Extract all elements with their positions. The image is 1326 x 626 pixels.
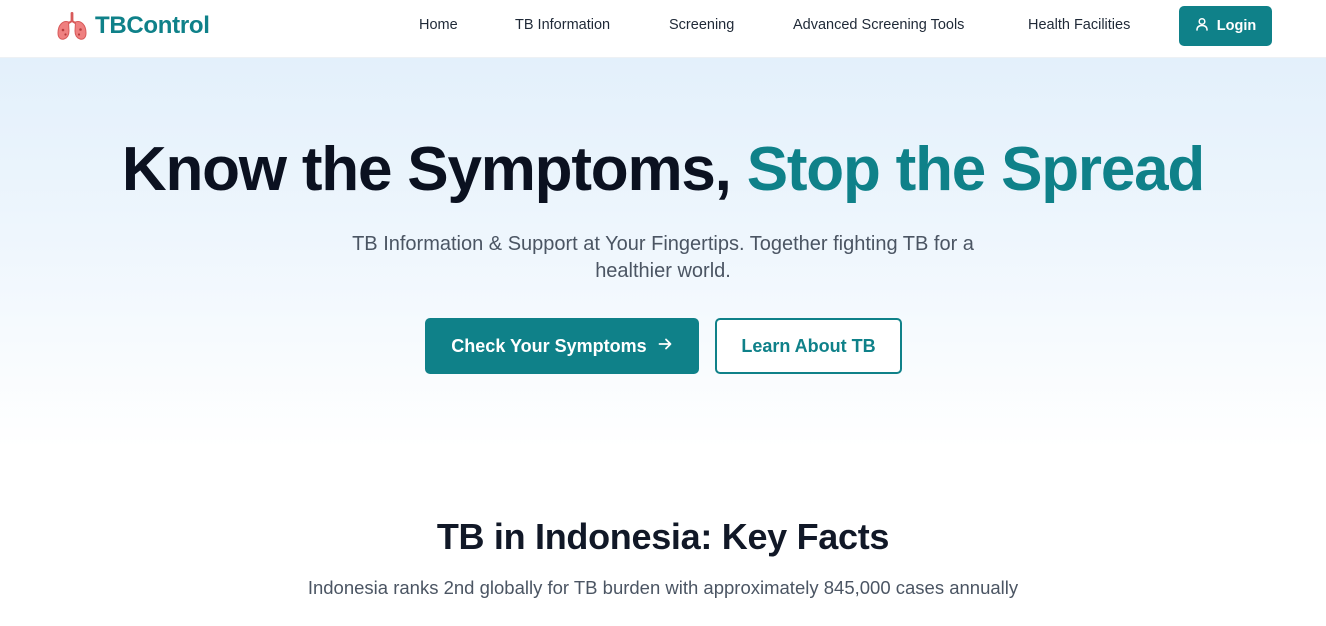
hero-section: Know the Symptoms, Stop the Spread TB In… — [0, 58, 1326, 448]
nav-tb-information[interactable]: TB Information — [515, 17, 610, 33]
user-icon — [1195, 17, 1209, 35]
login-button[interactable]: Login — [1179, 6, 1272, 46]
learn-about-tb-button[interactable]: Learn About TB — [715, 318, 902, 374]
check-symptoms-label: Check Your Symptoms — [451, 335, 647, 356]
nav-health-facilities[interactable]: Health Facilities — [1028, 17, 1130, 33]
brand-name: TBControl — [95, 12, 210, 39]
nav-advanced-screening-tools[interactable]: Advanced Screening Tools — [793, 17, 964, 33]
hero-title-accent: Stop the Spread — [746, 135, 1206, 204]
hero-title-main: Know the Symptoms, — [121, 135, 747, 204]
lungs-icon — [55, 9, 89, 43]
nav-home[interactable]: Home — [419, 17, 458, 33]
arrow-right-icon — [657, 336, 673, 357]
key-facts-subtitle: Indonesia ranks 2nd globally for TB burd… — [307, 577, 1019, 598]
nav-screening[interactable]: Screening — [669, 17, 734, 33]
hero-title: Know the Symptoms, Stop the Spread — [0, 134, 1326, 205]
learn-about-tb-label: Learn About TB — [741, 335, 876, 356]
brand-logo-link[interactable]: TBControl — [55, 9, 210, 43]
login-label: Login — [1216, 18, 1257, 34]
key-facts-title: TB in Indonesia: Key Facts — [436, 516, 890, 557]
check-symptoms-button[interactable]: Check Your Symptoms — [425, 318, 699, 374]
site-header: TBControl Home TB Information Screening … — [0, 0, 1326, 58]
hero-subtitle: TB Information & Support at Your Fingert… — [352, 233, 974, 282]
